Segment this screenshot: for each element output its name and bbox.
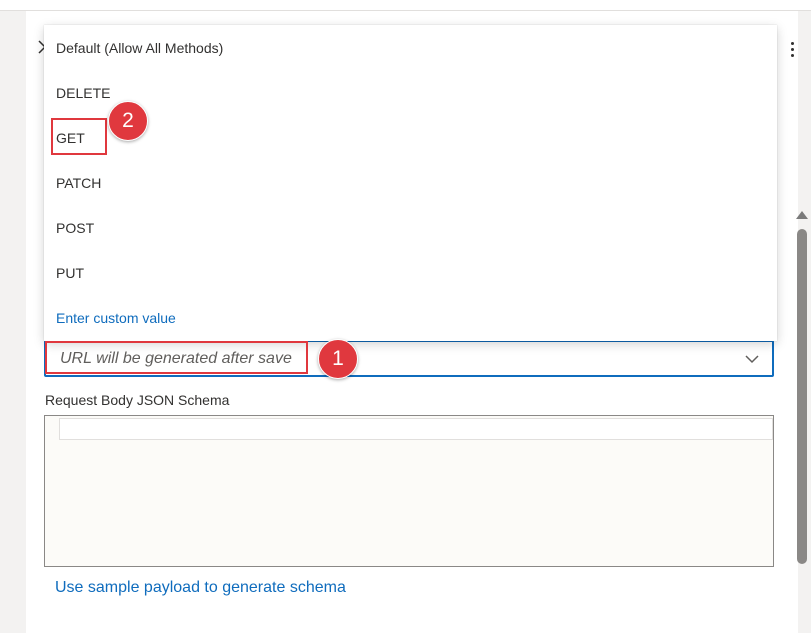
menu-item-label: Default (Allow All Methods) bbox=[56, 39, 224, 56]
more-vertical-icon[interactable] bbox=[784, 38, 800, 60]
scrollbar-thumb[interactable] bbox=[797, 229, 807, 564]
schema-editor[interactable] bbox=[44, 415, 774, 567]
sample-payload-link[interactable]: Use sample payload to generate schema bbox=[55, 579, 346, 597]
menu-item-default[interactable]: Default (Allow All Methods) bbox=[44, 25, 777, 70]
menu-item-label: PATCH bbox=[56, 174, 102, 191]
menu-item-put[interactable]: PUT bbox=[44, 250, 777, 295]
chevron-down-icon[interactable] bbox=[744, 351, 760, 367]
schema-label: Request Body JSON Schema bbox=[45, 392, 230, 408]
highlight-box-get bbox=[51, 118, 107, 155]
highlight-box-url bbox=[45, 341, 308, 374]
scroll-up-icon[interactable] bbox=[796, 211, 808, 219]
top-bar bbox=[0, 0, 811, 11]
menu-item-label: POST bbox=[56, 219, 95, 236]
method-dropdown-menu: Default (Allow All Methods) DELETE GET P… bbox=[44, 25, 777, 341]
menu-item-patch[interactable]: PATCH bbox=[44, 160, 777, 205]
menu-item-label: PUT bbox=[56, 264, 84, 281]
menu-item-label: Enter custom value bbox=[56, 309, 176, 326]
menu-item-post[interactable]: POST bbox=[44, 205, 777, 250]
menu-item-custom-value[interactable]: Enter custom value bbox=[44, 295, 777, 340]
schema-editor-line[interactable] bbox=[59, 418, 773, 440]
step-badge-1: 1 bbox=[318, 339, 358, 379]
menu-item-label: DELETE bbox=[56, 84, 111, 101]
step-badge-2: 2 bbox=[108, 101, 148, 141]
menu-item-delete[interactable]: DELETE bbox=[44, 70, 777, 115]
menu-item-get[interactable]: GET bbox=[44, 115, 777, 160]
